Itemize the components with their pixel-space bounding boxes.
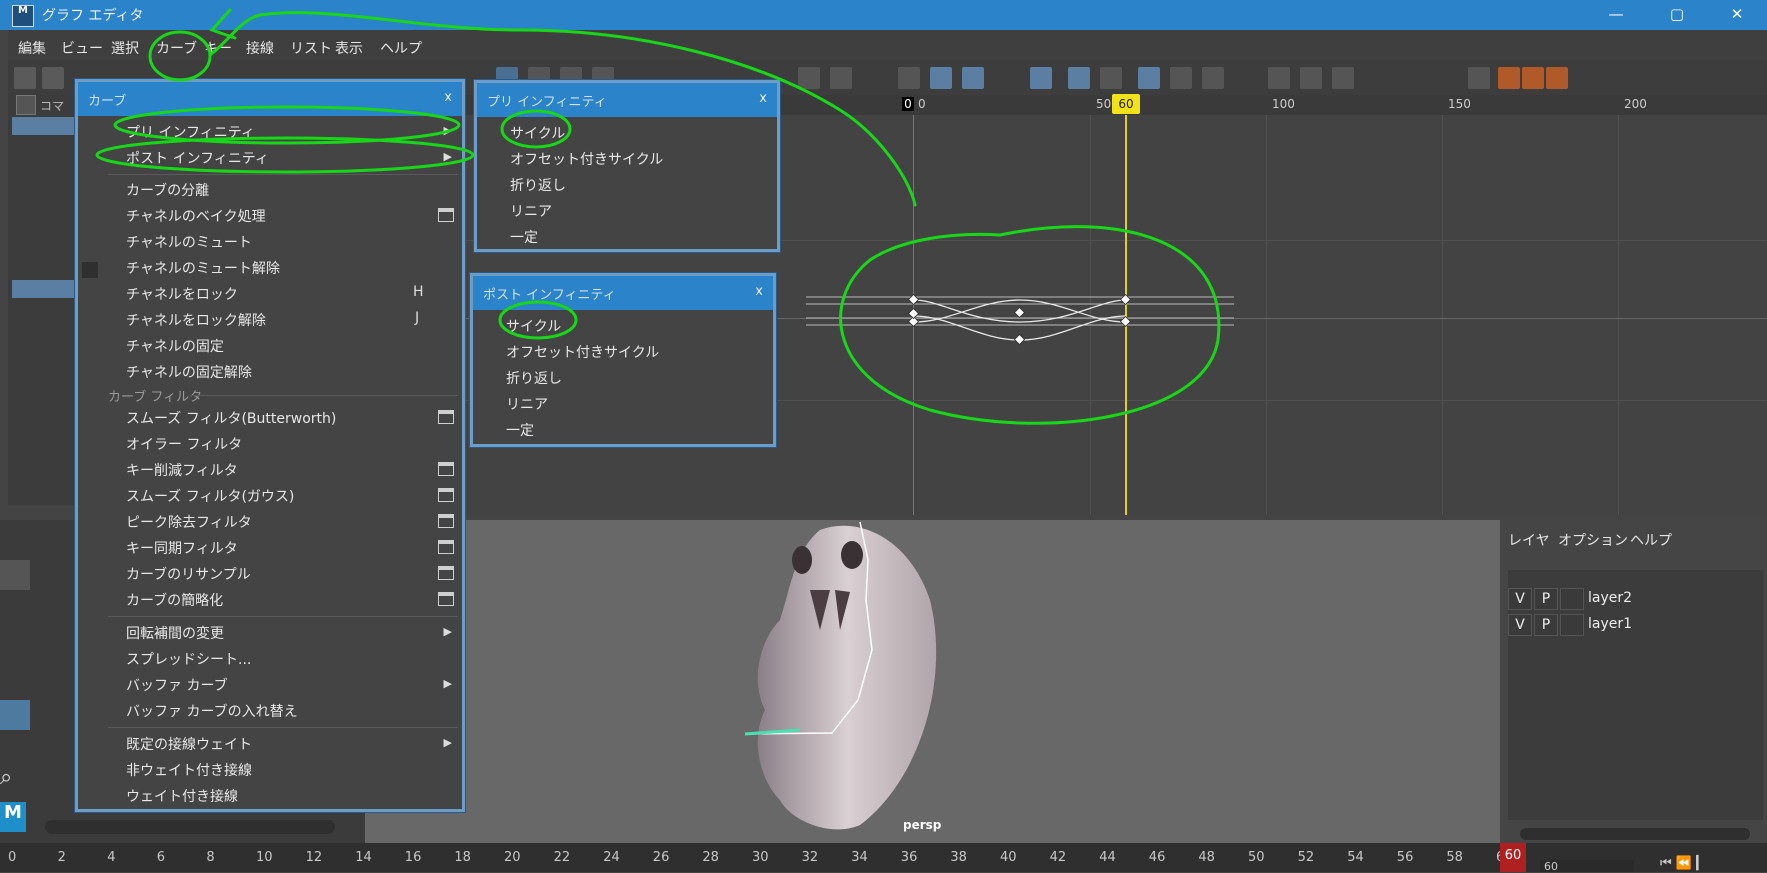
annotation-circle xyxy=(148,30,212,82)
annotation-overlay xyxy=(95,8,1221,425)
annotation-circle xyxy=(498,300,578,340)
annotation-circle xyxy=(500,109,572,149)
annotation-arrow xyxy=(208,11,917,207)
annotation-circle xyxy=(839,225,1221,425)
